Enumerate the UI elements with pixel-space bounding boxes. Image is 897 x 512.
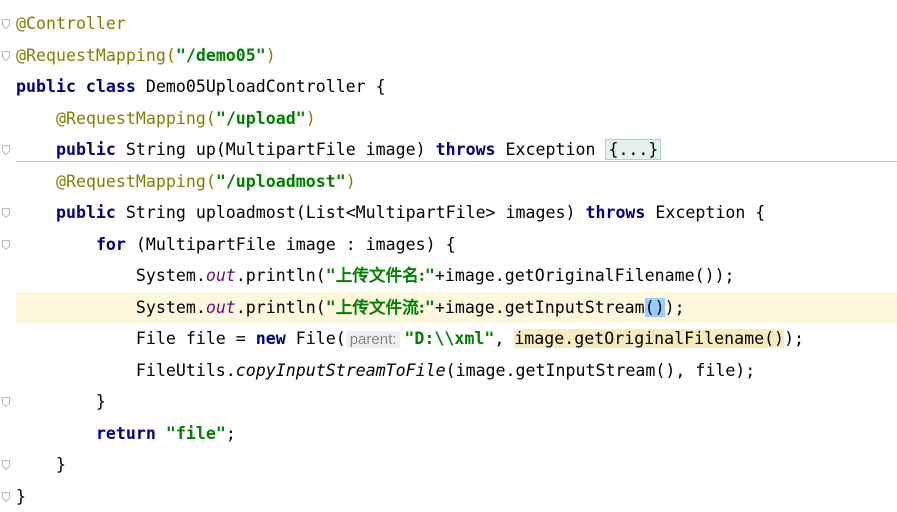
code-token: @RequestMapping( bbox=[55, 108, 216, 128]
code-token: public bbox=[55, 203, 126, 222]
code-line[interactable]: public String uploadmost(List<MultipartF… bbox=[16, 197, 897, 228]
folded-code-block[interactable]: {...} bbox=[605, 139, 662, 160]
code-line[interactable]: FileUtils.copyInputStreamToFile(image.ge… bbox=[16, 355, 897, 386]
code-token: ); bbox=[664, 297, 685, 317]
parameter-hint: parent: bbox=[345, 331, 401, 348]
code-token: throws bbox=[585, 203, 656, 222]
code-line[interactable]: public String up(MultipartFile image) th… bbox=[16, 134, 897, 165]
code-token: ); bbox=[784, 329, 805, 348]
code-token: public bbox=[55, 140, 126, 159]
code-token: " bbox=[424, 297, 435, 317]
code-token: throws bbox=[435, 140, 506, 159]
code-token: Exception { bbox=[655, 203, 766, 222]
code-line[interactable]: for (MultipartFile image : images) { bbox=[16, 229, 897, 260]
code-token: public class bbox=[16, 77, 146, 96]
code-token: (MultipartFile image : images) { bbox=[135, 234, 456, 254]
code-line[interactable]: } bbox=[16, 386, 897, 417]
code-token: () bbox=[644, 297, 665, 317]
fold-marker-icon[interactable] bbox=[2, 397, 10, 407]
fold-marker-icon[interactable] bbox=[2, 19, 10, 29]
code-token: return bbox=[95, 423, 166, 443]
code-token: String uploadmost(List<MultipartFile> im… bbox=[125, 203, 586, 222]
fold-marker-icon[interactable] bbox=[2, 208, 10, 218]
code-line[interactable]: public class Demo05UploadController { bbox=[16, 71, 897, 102]
code-token: } bbox=[16, 486, 26, 506]
code-line[interactable]: File file = new File(parent: "D:\\xml", i… bbox=[16, 323, 897, 354]
code-line[interactable]: @RequestMapping("/uploadmost") bbox=[16, 166, 897, 197]
code-token: " bbox=[325, 297, 336, 317]
code-token: System. bbox=[16, 297, 206, 317]
code-token: , bbox=[494, 329, 515, 348]
code-token: new bbox=[255, 329, 296, 348]
code-token: Demo05UploadController { bbox=[145, 77, 386, 96]
code-token: .println( bbox=[235, 266, 326, 285]
code-token: for bbox=[95, 234, 136, 254]
code-line[interactable]: System.out.println("上传文件名:"+image.getOri… bbox=[16, 260, 897, 291]
fold-marker-icon[interactable] bbox=[2, 239, 10, 250]
code-line[interactable]: return "file"; bbox=[16, 418, 897, 449]
code-token: ) bbox=[345, 171, 356, 191]
editor-gutter bbox=[0, 0, 14, 511]
code-line[interactable]: @RequestMapping("/demo05") bbox=[16, 40, 897, 71]
code-token: System. bbox=[16, 266, 206, 285]
code-token: } bbox=[16, 392, 106, 411]
code-token: @RequestMapping( bbox=[16, 45, 176, 65]
code-token: " bbox=[325, 266, 336, 285]
code-token: "/upload" bbox=[215, 108, 306, 128]
code-token: +image.getInputStream bbox=[434, 297, 645, 317]
code-token: File file = bbox=[16, 329, 256, 348]
code-token: @RequestMapping( bbox=[55, 171, 216, 191]
code-line[interactable]: } bbox=[16, 449, 897, 480]
code-line[interactable]: @RequestMapping("/upload") bbox=[16, 103, 897, 134]
fold-marker-icon[interactable] bbox=[2, 145, 10, 155]
code-token: image.getOriginalFilename() bbox=[514, 329, 785, 348]
fold-marker-icon[interactable] bbox=[2, 50, 10, 61]
code-token: " bbox=[424, 266, 435, 285]
code-token: (image.getInputStream(), file); bbox=[445, 360, 756, 380]
code-token: "/uploadmost" bbox=[215, 171, 346, 191]
fold-marker-icon[interactable] bbox=[2, 460, 10, 470]
code-token: .println( bbox=[235, 297, 326, 317]
code-line[interactable]: @Controller bbox=[16, 8, 897, 39]
code-token: out bbox=[205, 297, 236, 317]
code-token: @Controller bbox=[16, 14, 126, 33]
code-token: FileUtils. bbox=[16, 360, 236, 380]
code-line[interactable]: } bbox=[16, 481, 897, 512]
code-token: "file" bbox=[165, 423, 226, 443]
fold-marker-icon[interactable] bbox=[2, 491, 10, 502]
code-token: ; bbox=[225, 423, 236, 443]
code-token: "D:\\xml" bbox=[404, 329, 495, 348]
code-token: "/demo05" bbox=[175, 45, 266, 65]
code-token: +image.getOriginalFilename()); bbox=[434, 266, 735, 285]
code-token: out bbox=[205, 266, 236, 285]
code-token: } bbox=[16, 455, 66, 474]
code-token: File( bbox=[295, 329, 346, 348]
code-token: 上传文件名: bbox=[335, 265, 425, 285]
code-token: ) bbox=[305, 108, 316, 128]
code-token: copyInputStreamToFile bbox=[235, 360, 446, 380]
code-token: ) bbox=[265, 45, 276, 65]
code-token: Exception bbox=[505, 140, 606, 159]
code-token: 上传文件流: bbox=[335, 296, 425, 317]
code-line[interactable]: System.out.println("上传文件流:"+image.getInp… bbox=[16, 291, 897, 323]
code-token: String up(MultipartFile image) bbox=[125, 140, 436, 159]
